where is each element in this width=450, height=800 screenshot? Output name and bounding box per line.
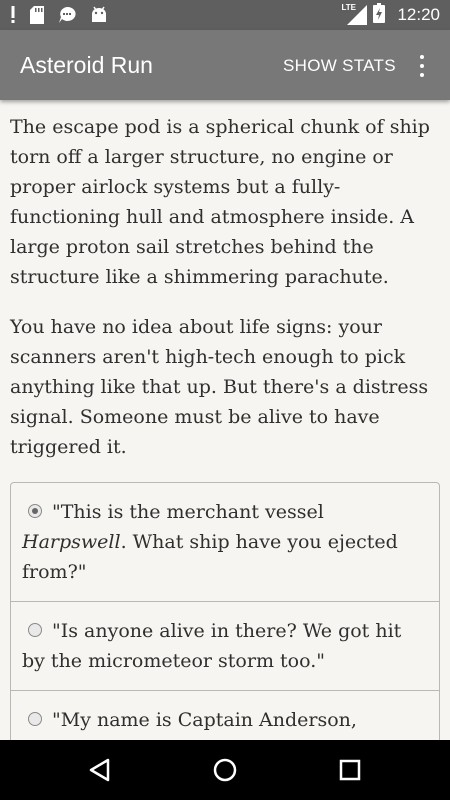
navigation-bar [0, 740, 450, 800]
sd-card-icon [30, 6, 44, 28]
story-content[interactable]: The escape pod is a spherical chunk of s… [0, 100, 450, 740]
choice-text: "Is anyone alive in there? We got hit by… [22, 620, 402, 672]
radio-button[interactable] [28, 712, 42, 726]
story-paragraph: You have no idea about life signs: your … [10, 316, 429, 458]
choice-text: "This is the merchant vessel [52, 501, 324, 523]
app-title: Asteroid Run [20, 52, 153, 78]
choice-option[interactable]: "My name is Captain Anderson, answering … [11, 691, 439, 740]
android-icon [90, 6, 108, 28]
recents-icon[interactable] [334, 754, 366, 786]
clock: 12:20 [397, 5, 440, 24]
choice-option[interactable]: "Is anyone alive in there? We got hit by… [11, 602, 439, 691]
ship-name: Harpswell [22, 531, 121, 553]
radio-button[interactable] [28, 623, 42, 637]
more-vert-icon[interactable] [412, 52, 432, 80]
home-icon[interactable] [209, 754, 241, 786]
signal-icon: LTE [341, 3, 368, 25]
chat-icon [58, 6, 76, 28]
network-type-label: LTE [341, 3, 356, 12]
choice-option[interactable]: "This is the merchant vessel Harpswell. … [11, 483, 439, 602]
radio-button-checked[interactable] [28, 504, 42, 518]
battery-icon [373, 3, 386, 27]
choice-text: "My name is Captain Anderson, answering … [22, 709, 414, 740]
choice-list: "This is the merchant vessel Harpswell. … [10, 482, 440, 740]
alert-icon [10, 6, 16, 28]
status-bar: LTE 12:20 [0, 0, 450, 30]
show-stats-button[interactable]: SHOW STATS [283, 56, 396, 76]
app-bar: Asteroid Run SHOW STATS [0, 30, 450, 100]
story-paragraph: The escape pod is a spherical chunk of s… [10, 116, 430, 288]
back-icon[interactable] [84, 754, 116, 786]
